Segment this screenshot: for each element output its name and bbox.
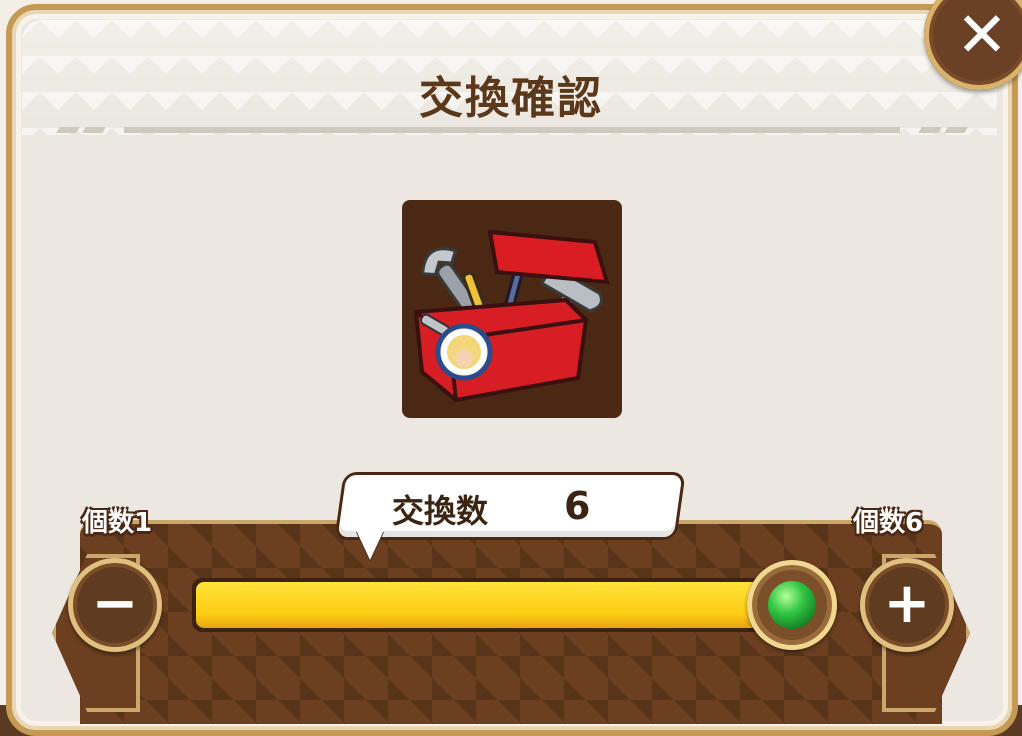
title-divider (56, 127, 968, 133)
exchange-count-value: 6 (564, 484, 591, 528)
item-icon-frame (402, 200, 622, 418)
toolbox-icon (413, 229, 610, 403)
max-count-label: 個数6 (853, 508, 924, 538)
slider-fill (196, 582, 812, 628)
min-count-label: 個数1 (82, 508, 153, 538)
slider-handle[interactable] (747, 560, 837, 650)
gem-icon (768, 581, 816, 629)
quantity-bubble (337, 475, 683, 537)
quantity-slider[interactable] (192, 578, 812, 632)
decrease-button[interactable]: − (68, 558, 162, 652)
screen: 交換確認 個数1 個数6 交換数 6 − + ✕ (0, 0, 1022, 736)
dialog-title: 交換確認 (419, 73, 603, 124)
increase-button[interactable]: + (860, 558, 954, 652)
close-icon: ✕ (956, 0, 1008, 71)
minus-icon: − (91, 571, 139, 636)
plus-icon: + (883, 571, 931, 636)
exchange-count-label: 交換数 (392, 492, 489, 530)
quantity-bubble-tail (356, 530, 384, 560)
